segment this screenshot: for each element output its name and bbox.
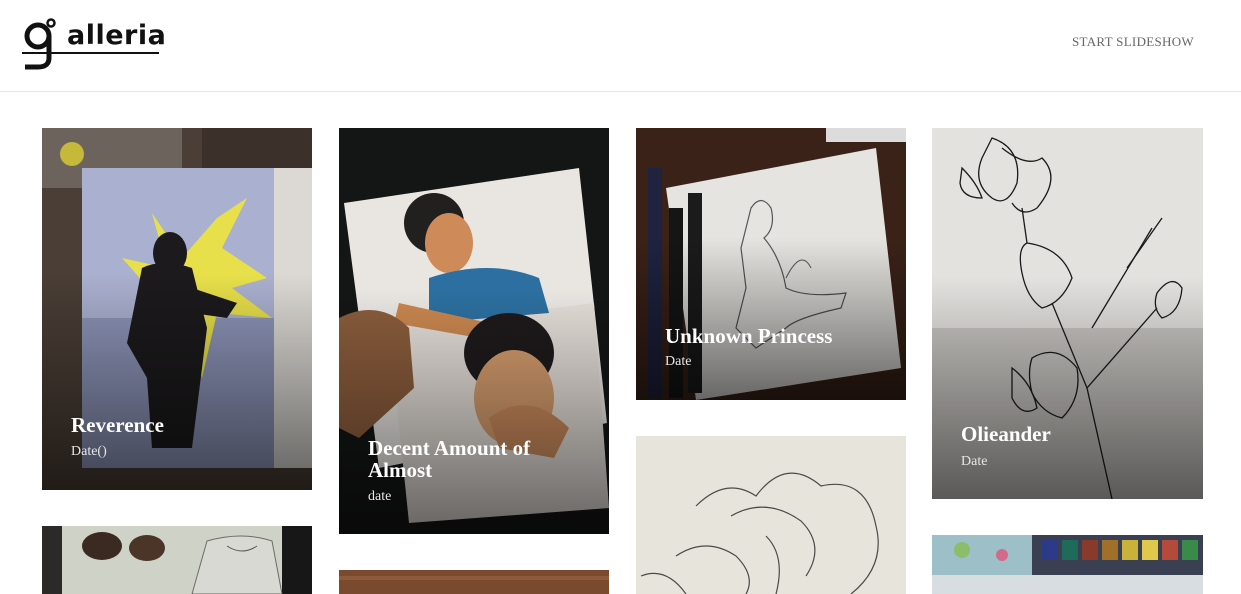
gallery-card-5[interactable] — [42, 526, 312, 594]
gallery-card-olieander[interactable]: Olieander Date — [932, 128, 1203, 499]
start-slideshow-link[interactable]: START SLIDESHOW — [1072, 34, 1194, 50]
artwork-card-5-image — [42, 526, 312, 594]
gallery-card-6[interactable] — [339, 570, 609, 594]
card-date: Date — [665, 354, 692, 369]
logo-text: alleria — [67, 20, 167, 51]
artwork-card-7-image — [636, 436, 906, 594]
card-title: Olieander — [961, 422, 1051, 446]
card-date: Date() — [71, 444, 107, 459]
logo-g-mark-icon — [24, 18, 56, 70]
site-header: alleria START SLIDESHOW — [0, 0, 1241, 92]
artwork-card-8-image — [932, 535, 1203, 594]
gallery-card-7[interactable] — [636, 436, 906, 594]
card-shade — [636, 236, 906, 400]
logo-underline — [22, 52, 159, 54]
gallery-card-unknown-princess[interactable]: Unknown Princess Date — [636, 128, 906, 400]
card-date: Date — [961, 454, 988, 469]
card-title: Decent Amount of Almost — [368, 436, 531, 482]
gallery-card-decent-amount-of-almost[interactable]: Decent Amount of Almost date — [339, 128, 609, 534]
card-date: date — [368, 489, 392, 504]
card-title: Unknown Princess — [665, 324, 833, 348]
galleria-logo[interactable]: alleria — [22, 18, 166, 70]
gallery-card-reverence[interactable]: Reverence Date() — [42, 128, 312, 490]
artwork-card-6-image — [339, 570, 609, 594]
gallery-card-8[interactable] — [932, 535, 1203, 594]
card-title: Reverence — [71, 413, 164, 437]
